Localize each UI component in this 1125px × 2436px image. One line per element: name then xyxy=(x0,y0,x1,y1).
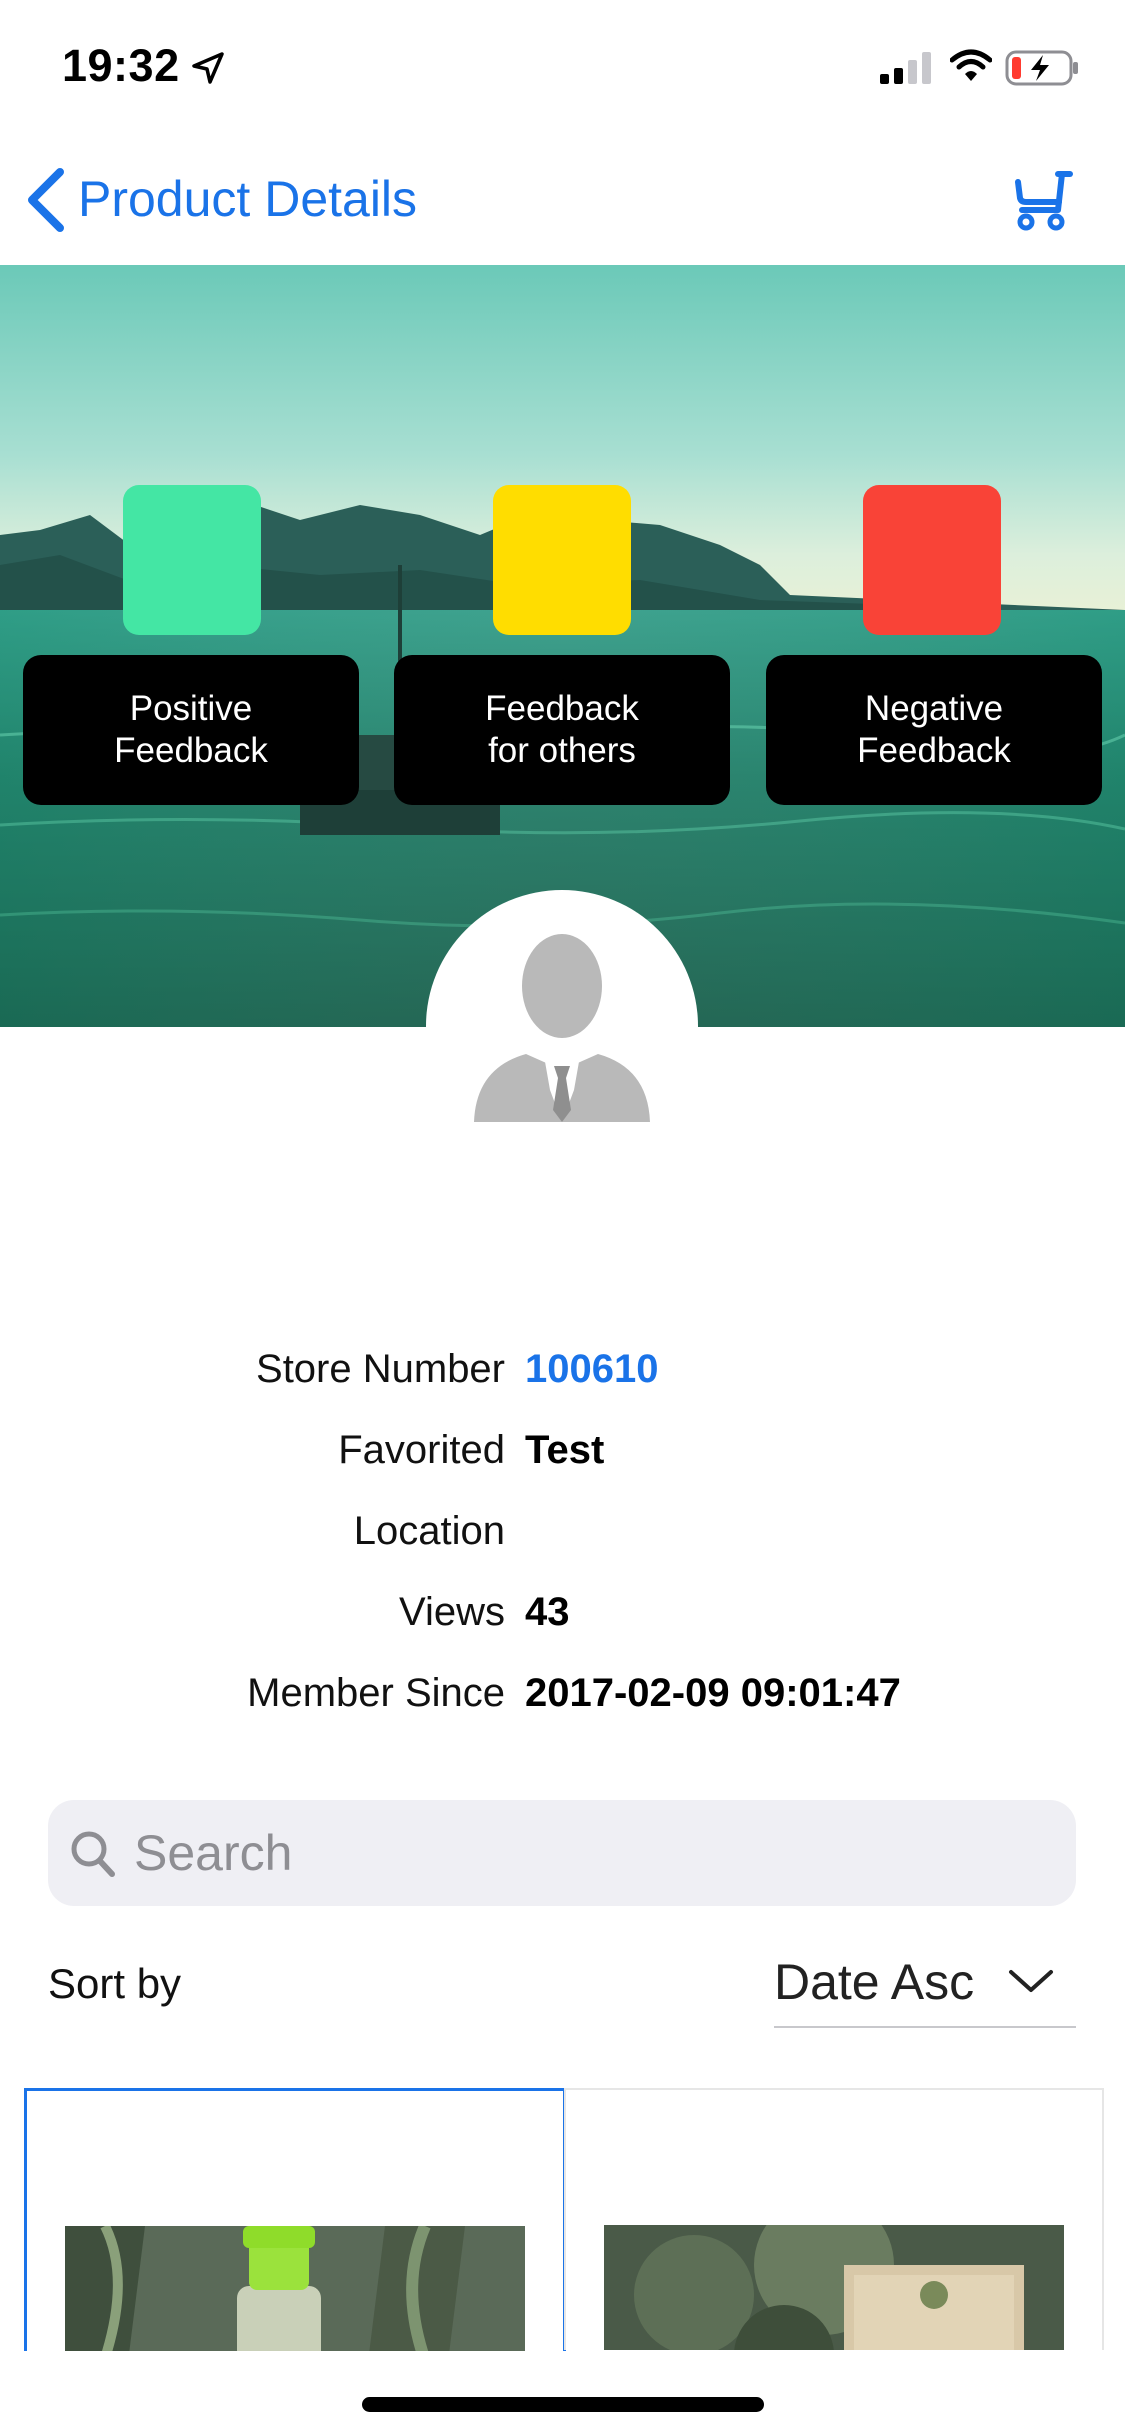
sort-selected-value[interactable]: Date Asc xyxy=(774,1953,974,2011)
member-since-label: Member Since xyxy=(247,1671,505,1715)
views-label: Views xyxy=(399,1590,505,1634)
home-indicator[interactable] xyxy=(362,2397,764,2412)
views-value: 43 xyxy=(525,1590,570,1634)
positive-feedback-indicator[interactable] xyxy=(123,485,261,635)
battery-charging-icon xyxy=(1005,50,1078,86)
search-icon xyxy=(71,1831,115,1877)
member-since-value: 2017-02-09 09:01:47 xyxy=(525,1671,901,1715)
cart-icon[interactable] xyxy=(1012,168,1078,232)
page-title[interactable]: Product Details xyxy=(78,170,417,228)
search-input[interactable] xyxy=(134,1812,1034,1894)
feedback-for-others-button[interactable]: Feedback for others xyxy=(394,655,730,805)
cellular-signal-icon xyxy=(880,52,931,84)
sort-label: Sort by xyxy=(48,1960,182,2007)
product-card[interactable] xyxy=(24,2088,566,2351)
chevron-left-icon[interactable] xyxy=(24,168,68,232)
chevron-down-icon[interactable] xyxy=(1008,1968,1054,1994)
product-card[interactable] xyxy=(564,2088,1104,2350)
negative-feedback-indicator[interactable] xyxy=(863,485,1001,635)
store-number-value[interactable]: 100610 xyxy=(525,1347,658,1392)
product-image xyxy=(65,2226,525,2351)
store-number-label: Store Number xyxy=(256,1347,505,1391)
positive-feedback-button[interactable]: Positive Feedback xyxy=(23,655,359,805)
location-arrow-icon xyxy=(192,52,224,84)
favorited-label: Favorited xyxy=(338,1428,505,1472)
product-image xyxy=(604,2225,1064,2350)
location-label: Location xyxy=(353,1509,505,1553)
status-time: 19:32 xyxy=(62,40,180,91)
wifi-icon xyxy=(950,49,992,81)
negative-feedback-button[interactable]: Negative Feedback xyxy=(766,655,1102,805)
avatar[interactable] xyxy=(426,890,698,1162)
favorited-value: Test xyxy=(525,1428,605,1472)
feedback-for-others-indicator[interactable] xyxy=(493,485,631,635)
user-placeholder-icon xyxy=(474,934,650,1122)
